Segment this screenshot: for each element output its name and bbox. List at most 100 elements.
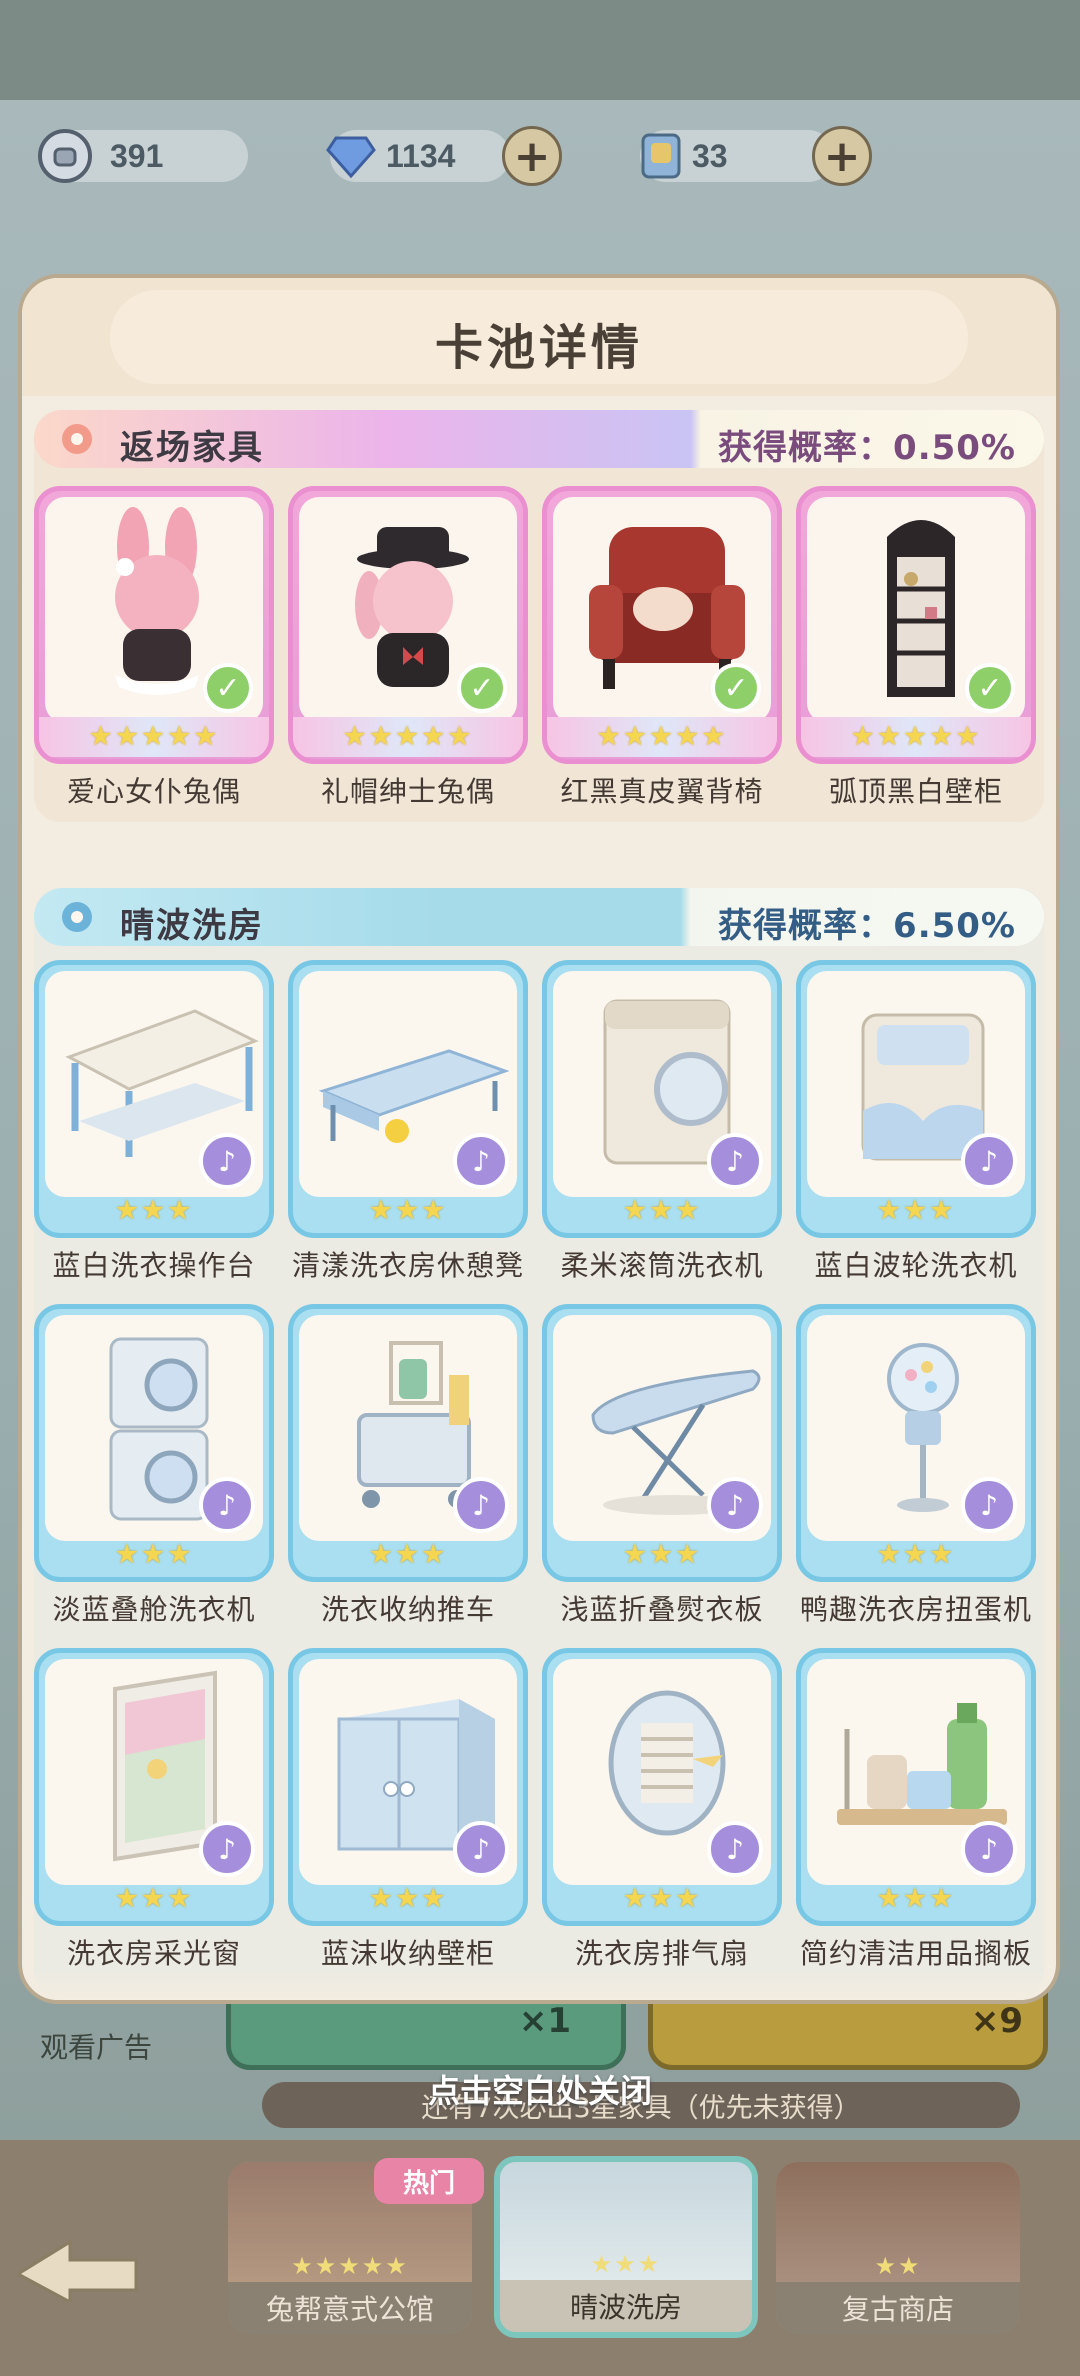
item-name: 礼帽绅士兔偶 <box>320 775 495 808</box>
section-header: 返场家具 获得概率：0.50% <box>34 410 1044 468</box>
draw-ten-cost: ×9 <box>970 2001 1023 2041</box>
item-card[interactable]: ✓ ★★★★★ <box>796 486 1036 764</box>
music-note-icon: ♪ <box>707 1477 763 1533</box>
section-header: 晴波洗房 获得概率：6.50% <box>34 888 1044 946</box>
owned-check-icon: ✓ <box>457 663 507 713</box>
item-card[interactable]: ♪ ★★★ <box>34 1304 274 1582</box>
star-rating: ★★★ <box>622 1539 702 1570</box>
star-rating: ★★★ <box>622 1883 702 1914</box>
item-name: 蓝白波轮洗衣机 <box>814 1249 1018 1282</box>
star-rating: ★★★ <box>114 1539 194 1570</box>
star-rating: ★★★★★ <box>293 717 523 757</box>
section-dot-icon <box>62 902 92 932</box>
item-name: 鸭趣洗衣房扭蛋机 <box>799 1593 1032 1626</box>
item-name: 清漾洗衣房休憩凳 <box>291 1249 524 1282</box>
close-hint[interactable]: 点击空白处关闭 <box>0 2066 1080 2112</box>
back-arrow-icon[interactable] <box>18 2232 138 2302</box>
star-rating: ★★★ <box>114 1883 194 1914</box>
item-name: 淡蓝叠舱洗衣机 <box>52 1593 256 1626</box>
owned-check-icon: ✓ <box>711 663 761 713</box>
hot-badge: 热门 <box>374 2158 484 2204</box>
music-note-icon: ♪ <box>453 1821 509 1877</box>
star-rating: ★★★ <box>876 1883 956 1914</box>
music-note-icon: ♪ <box>199 1821 255 1877</box>
tab-stars: ★★★ <box>590 2250 662 2278</box>
pool-content[interactable]: 返场家具 获得概率：0.50% 晴波洗房 获得概率：6.50% ✓ ★★★★★ … <box>22 396 1056 2000</box>
watch-ad-label[interactable]: 观看广告 <box>40 2026 152 2066</box>
item-card[interactable]: ✓ ★★★★★ <box>542 486 782 764</box>
star-rating: ★★★ <box>876 1539 956 1570</box>
draw-once-cost: ×1 <box>518 2001 571 2041</box>
tab-stars: ★★★★★ <box>291 2252 409 2280</box>
music-note-icon: ♪ <box>453 1477 509 1533</box>
item-card[interactable]: ✓ ★★★★★ <box>288 486 528 764</box>
tab-label: 晴波洗房 <box>500 2280 752 2332</box>
section-rate: 获得概率：6.50% <box>718 906 1016 946</box>
section-rate: 获得概率：0.50% <box>718 428 1016 468</box>
item-name: 蓝沫收纳壁柜 <box>320 1937 495 1970</box>
modal-title: 卡池详情 <box>434 320 643 376</box>
music-note-icon: ♪ <box>961 1821 1017 1877</box>
music-note-icon: ♪ <box>961 1133 1017 1189</box>
item-name: 爱心女仆兔偶 <box>66 775 241 808</box>
add-ticket-button[interactable]: + <box>812 126 872 186</box>
music-note-icon: ♪ <box>199 1133 255 1189</box>
tab-label: 复古商店 <box>776 2282 1020 2334</box>
ticket-value: 33 <box>692 137 728 174</box>
star-rating: ★★★ <box>368 1195 448 1226</box>
item-name: 蓝白洗衣操作台 <box>52 1249 256 1282</box>
music-note-icon: ♪ <box>453 1133 509 1189</box>
bag-icon <box>38 129 92 183</box>
item-card[interactable]: ♪ ★★★ <box>288 1304 528 1582</box>
item-name: 洗衣房采光窗 <box>66 1937 241 1970</box>
ticket-icon <box>634 129 688 183</box>
diamond-counter: 1134 <box>326 130 510 182</box>
music-note-icon: ♪ <box>961 1477 1017 1533</box>
item-card[interactable]: ♪ ★★★ <box>34 1648 274 1926</box>
item-card[interactable]: ♪ ★★★ <box>288 1648 528 1926</box>
star-rating: ★★★★★ <box>39 717 269 757</box>
tab-laundry[interactable]: ★★★ 晴波洗房 <box>494 2156 758 2338</box>
ticket-counter: 33 <box>640 130 834 182</box>
item-card[interactable]: ♪ ★★★ <box>542 960 782 1238</box>
music-note-icon: ♪ <box>707 1821 763 1877</box>
star-rating: ★★★★★ <box>547 717 777 757</box>
pool-details-modal: 卡池详情 返场家具 获得概率：0.50% 晴波洗房 获得概率：6.50% ✓ ★… <box>18 274 1060 2004</box>
section-title: 返场家具 <box>120 428 264 468</box>
coin-counter: 391 <box>38 129 248 183</box>
section-dot-icon <box>62 424 92 454</box>
owned-check-icon: ✓ <box>203 663 253 713</box>
item-card[interactable]: ♪ ★★★ <box>34 960 274 1238</box>
add-diamond-button[interactable]: + <box>502 126 562 186</box>
star-rating: ★★★ <box>368 1883 448 1914</box>
diamond-icon <box>324 129 378 183</box>
star-rating: ★★★★★ <box>801 717 1031 757</box>
item-name: 弧顶黑白壁柜 <box>828 775 1003 808</box>
item-name: 洗衣收纳推车 <box>320 1593 495 1626</box>
item-card[interactable]: ♪ ★★★ <box>796 960 1036 1238</box>
music-note-icon: ♪ <box>707 1133 763 1189</box>
item-card[interactable]: ♪ ★★★ <box>796 1648 1036 1926</box>
item-card[interactable]: ♪ ★★★ <box>542 1304 782 1582</box>
coin-value: 391 <box>110 137 164 174</box>
star-rating: ★★★ <box>876 1195 956 1226</box>
star-rating: ★★★ <box>114 1195 194 1226</box>
tab-label: 兔帮意式公馆 <box>228 2282 472 2334</box>
tab-retro-shop[interactable]: ★★ 复古商店 <box>776 2162 1020 2334</box>
item-name: 洗衣房排气扇 <box>574 1937 749 1970</box>
music-note-icon: ♪ <box>199 1477 255 1533</box>
item-card[interactable]: ✓ ★★★★★ <box>34 486 274 764</box>
item-card[interactable]: ♪ ★★★ <box>796 1304 1036 1582</box>
section-title: 晴波洗房 <box>120 906 264 946</box>
diamond-value: 1134 <box>386 137 456 174</box>
item-card[interactable]: ♪ ★★★ <box>542 1648 782 1926</box>
item-name: 简约清洁用品搁板 <box>799 1937 1032 1970</box>
tab-stars: ★★ <box>874 2252 922 2280</box>
star-rating: ★★★ <box>622 1195 702 1226</box>
star-rating: ★★★ <box>368 1539 448 1570</box>
owned-check-icon: ✓ <box>965 663 1015 713</box>
item-name: 红黑真皮翼背椅 <box>560 775 764 808</box>
modal-header: 卡池详情 <box>22 278 1056 396</box>
item-card[interactable]: ♪ ★★★ <box>288 960 528 1238</box>
item-name: 柔米滚筒洗衣机 <box>560 1249 764 1282</box>
